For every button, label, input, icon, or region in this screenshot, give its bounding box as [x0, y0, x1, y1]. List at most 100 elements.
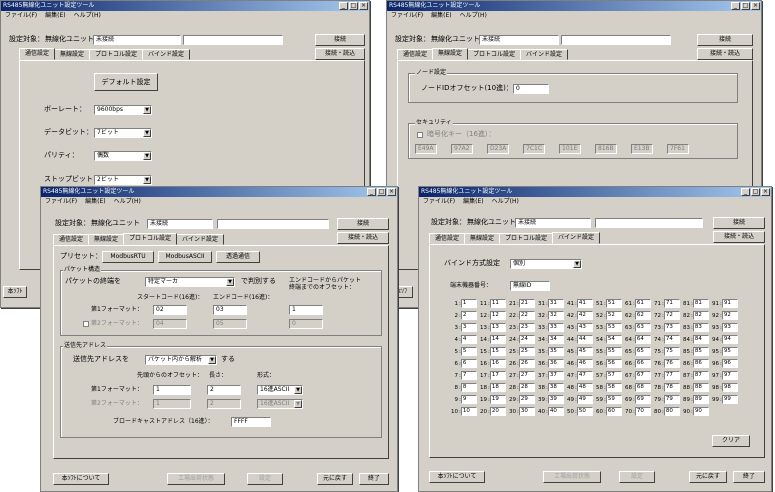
bind-id-input[interactable]: 30	[518, 407, 535, 416]
fmt1-start-input[interactable]: 02	[153, 305, 187, 315]
menu-help[interactable]: ヘルプ(H)	[74, 11, 101, 21]
write-read-button[interactable]: 接続・読込	[337, 232, 389, 244]
bind-id-input[interactable]: 40	[547, 407, 564, 416]
fmt1-offset-input[interactable]: 1	[289, 305, 323, 315]
tab-bind[interactable]: バインド設定	[552, 232, 601, 244]
bind-id-input[interactable]: 27	[518, 371, 535, 380]
bind-id-input[interactable]: 84	[692, 335, 709, 344]
bind-id-input[interactable]: 90	[692, 407, 709, 416]
port-field[interactable]	[183, 35, 283, 45]
dest-select[interactable]: パケット内から解析 ▼	[145, 355, 217, 365]
bind-id-input[interactable]: 70	[634, 407, 651, 416]
bind-id-input[interactable]: 2	[460, 311, 477, 320]
bind-id-input[interactable]: 55	[605, 347, 622, 356]
broadcast-input[interactable]: FFFF	[231, 417, 271, 427]
stopbit-select[interactable]: 2ビット ▼	[94, 175, 152, 185]
bind-id-input[interactable]: 3	[460, 323, 477, 332]
minimize-button[interactable]: _	[339, 2, 348, 10]
d2-format-select[interactable]: 16進ASCII ▼	[257, 399, 303, 409]
bind-id-input[interactable]: 80	[663, 407, 680, 416]
bind-id-input[interactable]: 65	[634, 347, 651, 356]
bind-id-input[interactable]: 56	[605, 359, 622, 368]
bind-id-input[interactable]: 97	[721, 371, 738, 380]
baud-select[interactable]: 9600bps ▼	[94, 105, 152, 115]
bind-id-input[interactable]: 19	[489, 395, 506, 404]
key-input-6[interactable]: 816B	[595, 144, 617, 154]
bind-id-input[interactable]: 17	[489, 371, 506, 380]
bind-id-input[interactable]: 10	[460, 407, 477, 416]
bind-id-input[interactable]: 23	[518, 323, 535, 332]
bind-id-input[interactable]: 26	[518, 359, 535, 368]
tab-protocol[interactable]: プロトコル設定	[89, 49, 144, 60]
write-read-button[interactable]: 接続・読込	[697, 48, 753, 60]
bind-id-input[interactable]: 11	[489, 299, 506, 308]
bind-id-input[interactable]: 37	[547, 371, 564, 380]
bind-id-input[interactable]: 28	[518, 383, 535, 392]
menu-edit[interactable]: 編集(E)	[85, 197, 105, 207]
exit-button[interactable]: 終了	[733, 471, 765, 483]
key-input-1[interactable]: E49A	[415, 144, 437, 154]
bind-id-input[interactable]: 87	[692, 371, 709, 380]
menu-file[interactable]: ファイル(F)	[5, 11, 37, 21]
bind-id-input[interactable]: 78	[663, 383, 680, 392]
bind-id-input[interactable]: 61	[634, 299, 651, 308]
bind-id-input[interactable]: 75	[663, 347, 680, 356]
d2-len-input[interactable]: 2	[207, 399, 241, 409]
tab-protocol[interactable]: プロトコル設定	[123, 233, 178, 245]
set-button[interactable]: 設定	[619, 471, 655, 483]
clear-button[interactable]: クリア	[712, 435, 750, 447]
bind-id-input[interactable]: 60	[605, 407, 622, 416]
connect-button[interactable]: 接続	[315, 34, 365, 46]
bind-id-input[interactable]: 98	[721, 383, 738, 392]
close-button[interactable]: ×	[359, 2, 368, 10]
tab-protocol[interactable]: プロトコル設定	[499, 233, 554, 244]
d1-len-input[interactable]: 2	[207, 385, 241, 395]
bind-id-input[interactable]: 67	[634, 371, 651, 380]
restore-button[interactable]: 元に戻す	[689, 471, 727, 483]
bind-id-input[interactable]: 94	[721, 335, 738, 344]
bind-id-input[interactable]: 62	[634, 311, 651, 320]
tab-comm[interactable]: 通信設定	[53, 234, 90, 245]
connect-button[interactable]: 接続	[697, 34, 753, 46]
maximize-button[interactable]: □	[349, 2, 358, 10]
write-read-button[interactable]: 接続・読込	[713, 231, 765, 243]
maximize-button[interactable]: □	[741, 2, 750, 10]
d2-offset-input[interactable]: 1	[153, 399, 191, 409]
bind-id-input[interactable]: 86	[692, 359, 709, 368]
bind-id-input[interactable]: 12	[489, 311, 506, 320]
bind-id-input[interactable]: 42	[576, 311, 593, 320]
bind-id-input[interactable]: 52	[605, 311, 622, 320]
about-button[interactable]: 本ｿﾌﾄ	[3, 286, 27, 298]
bind-id-input[interactable]: 44	[576, 335, 593, 344]
bind-id-input[interactable]: 6	[460, 359, 477, 368]
bind-id-input[interactable]: 54	[605, 335, 622, 344]
bind-id-input[interactable]: 39	[547, 395, 564, 404]
preset-transparent-button[interactable]: 透過通信	[216, 251, 260, 263]
bind-id-input[interactable]: 24	[518, 335, 535, 344]
bind-id-input[interactable]: 29	[518, 395, 535, 404]
bind-id-input[interactable]: 4	[460, 335, 477, 344]
bind-id-input[interactable]: 50	[576, 407, 593, 416]
key-input-4[interactable]: 7C1C	[523, 144, 545, 154]
bind-id-input[interactable]: 48	[576, 383, 593, 392]
tab-wireless[interactable]: 無線設定	[432, 48, 469, 60]
bind-id-input[interactable]: 22	[518, 311, 535, 320]
close-button[interactable]: ×	[751, 2, 760, 10]
bind-id-input[interactable]: 81	[692, 299, 709, 308]
bind-id-input[interactable]: 66	[634, 359, 651, 368]
bind-id-input[interactable]: 59	[605, 395, 622, 404]
bind-id-input[interactable]: 20	[489, 407, 506, 416]
bind-id-input[interactable]: 51	[605, 299, 622, 308]
bind-id-input[interactable]: 45	[576, 347, 593, 356]
bind-id-input[interactable]: 64	[634, 335, 651, 344]
node-offset-input[interactable]: 0	[513, 84, 549, 94]
menu-edit[interactable]: 編集(E)	[431, 11, 451, 21]
bind-id-input[interactable]: 13	[489, 323, 506, 332]
databit-select[interactable]: 7ビット ▼	[94, 128, 152, 138]
bind-id-input[interactable]: 92	[721, 311, 738, 320]
tab-bind[interactable]: バインド設定	[142, 49, 191, 60]
port-field[interactable]	[561, 35, 671, 45]
bind-id-input[interactable]: 91	[721, 299, 738, 308]
bind-id-input[interactable]: 36	[547, 359, 564, 368]
bind-id-input[interactable]: 69	[634, 395, 651, 404]
